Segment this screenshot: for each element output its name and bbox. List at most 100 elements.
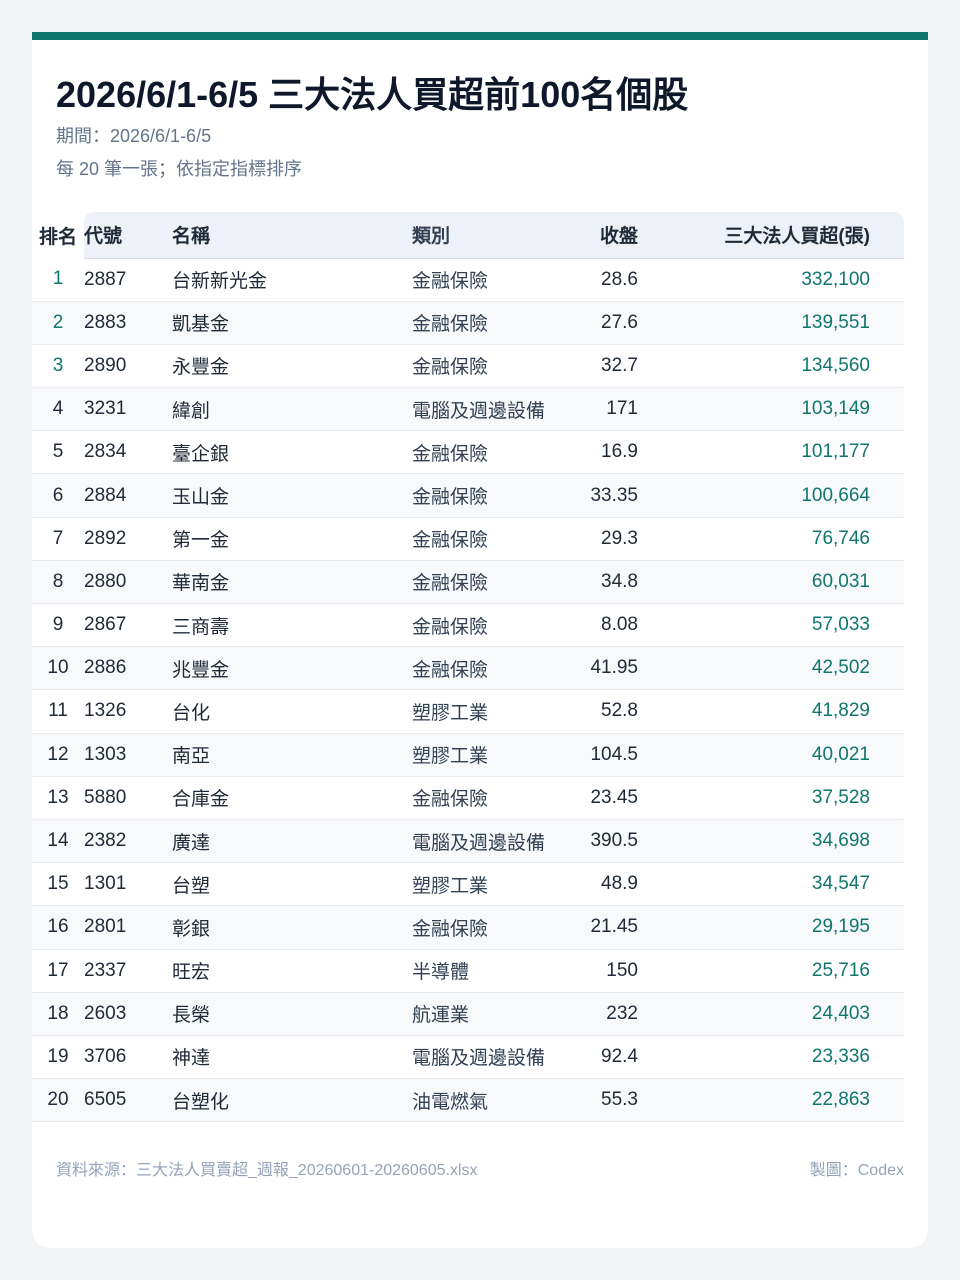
name-cell: 華南金 <box>172 560 412 604</box>
table-row: 9 2867 三商壽 金融保險 8.08 57,033 <box>32 604 904 647</box>
net-buy-cell: 76,746 <box>811 527 870 549</box>
rank-cell: 5 <box>52 441 64 463</box>
code-cell: 2801 <box>84 905 172 949</box>
rank-cell: 16 <box>32 905 84 949</box>
category-cell: 油電燃氣 <box>412 1078 552 1122</box>
net-buy-cell: 24,403 <box>638 992 904 1036</box>
category-cell: 金融保險 <box>412 616 489 638</box>
code-cell: 3706 <box>84 1045 127 1067</box>
close-cell: 48.9 <box>601 873 638 895</box>
code-cell: 2867 <box>84 614 127 636</box>
table-row: 10 2886 兆豐金 金融保險 41.95 42,502 <box>32 646 904 690</box>
net-buy-cell: 60,031 <box>638 560 904 604</box>
close-cell: 8.08 <box>601 614 638 636</box>
name-cell: 合庫金 <box>172 789 230 811</box>
code-cell: 2883 <box>84 301 172 345</box>
close-cell: 33.35 <box>552 473 638 518</box>
net-buy-cell: 134,560 <box>801 354 870 376</box>
net-buy-cell: 34,547 <box>811 873 870 895</box>
net-buy-cell: 139,551 <box>638 301 904 345</box>
table-body: 1 2887 台新新光金 金融保險 28.6 332,100 2 2883 凱基金 金融保險 27.… <box>32 258 904 1122</box>
code-cell: 2337 <box>84 959 127 981</box>
rank-cell: 3 <box>52 354 64 376</box>
name-cell: 緯創 <box>172 387 412 431</box>
category-cell: 半導體 <box>412 962 470 984</box>
rank-cell: 20 <box>32 1078 84 1122</box>
close-cell: 21.45 <box>552 905 638 949</box>
category-cell: 電腦及週邊設備 <box>412 1048 546 1070</box>
header-net-buy: 三大法人買超(張) <box>638 212 904 259</box>
code-cell: 1303 <box>84 733 172 777</box>
code-cell: 2890 <box>84 354 127 376</box>
net-buy-cell: 57,033 <box>811 614 870 636</box>
credit-note: 製圖：Codex <box>809 1162 904 1179</box>
net-buy-cell: 332,100 <box>801 268 870 290</box>
table-row: 4 3231 緯創 電腦及週邊設備 171 103,149 <box>32 387 904 431</box>
table-row: 13 5880 合庫金 金融保險 23.45 37,528 <box>32 776 904 820</box>
category-cell: 金融保險 <box>412 357 489 379</box>
table-row: 18 2603 長榮 航運業 232 24,403 <box>32 992 904 1036</box>
table-row: 17 2337 旺宏 半導體 150 25,716 <box>32 949 904 993</box>
code-cell: 2886 <box>84 646 172 690</box>
header-category: 類別 <box>412 212 552 259</box>
category-cell: 金融保險 <box>412 271 489 293</box>
rank-cell: 6 <box>32 473 84 518</box>
category-cell: 塑膠工業 <box>412 875 489 897</box>
category-cell: 金融保險 <box>412 443 489 465</box>
rank-cell: 13 <box>47 786 69 808</box>
header-close: 收盤 <box>552 212 638 259</box>
net-buy-cell: 23,336 <box>811 1045 870 1067</box>
category-cell: 金融保險 <box>412 646 552 690</box>
rank-cell: 2 <box>32 301 84 345</box>
table-row: 12 1303 南亞 塑膠工業 104.5 40,021 <box>32 733 904 777</box>
category-cell: 航運業 <box>412 992 552 1036</box>
category-cell: 電腦及週邊設備 <box>412 387 552 431</box>
table-row: 6 2884 玉山金 金融保險 33.35 100,664 <box>32 473 904 518</box>
name-cell: 永豐金 <box>172 357 230 379</box>
net-buy-cell: 100,664 <box>638 473 904 518</box>
table-row: 7 2892 第一金 金融保險 29.3 76,746 <box>32 517 904 561</box>
close-cell: 150 <box>606 959 638 981</box>
rank-cell: 7 <box>52 527 64 549</box>
name-cell: 凱基金 <box>172 301 412 345</box>
name-cell: 兆豐金 <box>172 646 412 690</box>
name-cell: 台塑化 <box>172 1078 412 1122</box>
code-cell: 2382 <box>84 819 172 863</box>
table-header-row: 排名 代號 名稱 類別 收盤 三大法人買超(張) <box>32 212 904 259</box>
net-buy-cell: 42,502 <box>638 646 904 690</box>
accent-bar <box>32 32 928 40</box>
rank-cell: 18 <box>32 992 84 1036</box>
net-buy-cell: 101,177 <box>801 441 870 463</box>
rank-cell: 10 <box>32 646 84 690</box>
close-cell: 55.3 <box>552 1078 638 1122</box>
name-cell: 廣達 <box>172 819 412 863</box>
rank-cell: 19 <box>47 1045 69 1067</box>
category-cell: 塑膠工業 <box>412 733 552 777</box>
close-cell: 32.7 <box>601 354 638 376</box>
name-cell: 旺宏 <box>172 962 211 984</box>
net-buy-cell: 40,021 <box>638 733 904 777</box>
close-cell: 29.3 <box>601 527 638 549</box>
table-row: 15 1301 台塑 塑膠工業 48.9 34,547 <box>32 863 904 906</box>
table-row: 11 1326 台化 塑膠工業 52.8 41,829 <box>32 690 904 734</box>
net-buy-cell: 25,716 <box>811 959 870 981</box>
period-text: 期間：2026/6/1-6/5 <box>56 126 212 146</box>
table-row: 3 2890 永豐金 金融保險 32.7 134,560 <box>32 344 904 388</box>
note-text: 每 20 筆一張；依指定指標排序 <box>56 159 303 179</box>
code-cell: 2892 <box>84 527 127 549</box>
close-cell: 23.45 <box>590 786 638 808</box>
header-name: 名稱 <box>172 212 412 259</box>
code-cell: 3231 <box>84 387 172 431</box>
close-cell: 390.5 <box>552 819 638 863</box>
net-buy-cell: 29,195 <box>638 905 904 949</box>
close-cell: 171 <box>552 387 638 431</box>
net-buy-cell: 103,149 <box>638 387 904 431</box>
rank-cell: 17 <box>47 959 69 981</box>
close-cell: 27.6 <box>552 301 638 345</box>
rank-cell: 12 <box>32 733 84 777</box>
net-buy-cell: 41,829 <box>811 700 870 722</box>
category-cell: 金融保險 <box>412 789 489 811</box>
name-cell: 南亞 <box>172 733 412 777</box>
name-cell: 台化 <box>172 702 211 724</box>
rank-cell: 4 <box>32 387 84 431</box>
